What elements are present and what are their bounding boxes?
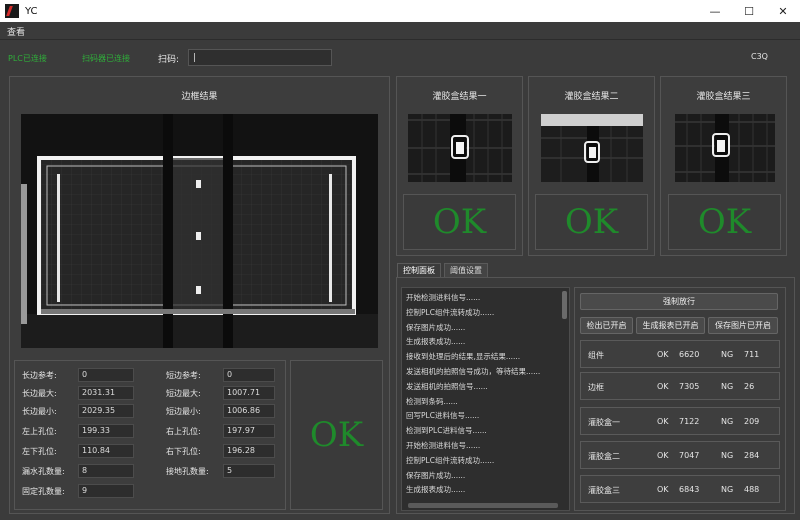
log-entry: 保存图片成功...... [406,322,466,332]
glue-ok-1: OK [403,194,516,250]
log-entry: 接收到处理后的结果,显示结果...... [406,352,521,362]
stat-ok-label: OK [657,350,669,359]
save-image-toggle-button[interactable]: 保存图片已开启 [708,317,778,334]
stat-row: 灌胶盒一 OK 7122 NG 209 [580,407,780,435]
stat-name: 边框 [588,383,604,392]
log-entry: 开始检测进料信号...... [406,441,481,450]
stat-row: 灌胶盒二 OK 7047 NG 284 [580,441,780,469]
stat-row: 组件 OK 6620 NG 711 [580,340,780,368]
stat-ok-count: 6843 [679,485,700,494]
frame-params-box [14,360,286,510]
log-vertical-scrollbar[interactable] [562,291,567,319]
stat-ok-label: OK [657,417,669,426]
log-entry: 开始检测进料信号...... [406,293,481,302]
log-entry: 保存图片成功...... [406,470,466,480]
force-pass-button[interactable]: 强制放行 [580,293,778,310]
stat-name: 灌胶盒三 [588,486,620,495]
report-toggle-button[interactable]: 生成报表已开启 [636,317,705,334]
stat-name: 组件 [588,351,604,360]
tab-threshold-settings[interactable]: 阈值设置 [444,263,488,277]
app-logo-icon [5,4,19,18]
stat-ok-count: 7122 [679,417,700,426]
glue-image-1 [408,114,512,182]
tab-control-panel[interactable]: 控制面板 [397,263,441,277]
stat-ng-count: 26 [744,382,755,391]
glue-image-3 [675,114,775,182]
stat-ok-label: OK [657,451,669,460]
minimize-button[interactable]: — [698,0,732,22]
station-label: C3Q [751,52,768,61]
scan-label: 扫码: [158,55,180,65]
window-title: YC [25,5,38,17]
stat-ng-count: 488 [744,485,760,494]
stat-name: 灌胶盒一 [588,418,620,427]
log-entry: 生成报表成功...... [406,485,466,495]
stat-name: 灌胶盒二 [588,452,620,461]
stat-ok-label: OK [657,382,669,391]
glue-image-2 [541,114,643,182]
menu-bar: 查看 [0,22,800,40]
title-bar: YC — ☐ ✕ [0,0,800,22]
scan-input[interactable] [188,49,332,66]
frame-result-title: 边框结果 [181,92,218,102]
glue-box-image-1 [408,114,512,182]
stat-ng-label: NG [721,382,734,391]
frame-inspection-image [21,114,378,348]
maximize-button[interactable]: ☐ [732,0,766,22]
log-entry: 发送相机的拍照信号...... [406,381,488,391]
plc-status: PLC已连接 [8,54,47,63]
stat-ng-label: NG [721,417,734,426]
detect-toggle-button[interactable]: 检出已开启 [580,317,633,334]
glue-title-2: 灌胶盒结果二 [564,92,619,102]
glue-title-3: 灌胶盒结果三 [696,92,751,102]
stat-row: 灌胶盒三 OK 6843 NG 488 [580,475,780,503]
stat-ok-label: OK [657,485,669,494]
stat-ok-count: 7047 [679,451,700,460]
log-entry: 生成报表成功...... [406,337,466,347]
stat-row: 边框 OK 7305 NG 26 [580,372,780,400]
log-entry: 检测到PLC进料信号...... [406,426,487,436]
log-entry: 控制PLC组件流转成功...... [406,455,495,465]
stat-ng-count: 711 [744,350,760,359]
stat-ok-count: 6620 [679,350,700,359]
menu-view[interactable]: 查看 [7,25,25,38]
glue-ok-2: OK [535,194,648,250]
frame-ok-result: OK [290,360,383,510]
stat-ng-count: 209 [744,417,760,426]
glue-ok-3: OK [668,194,781,250]
log-entry: 控制PLC组件流转成功...... [406,307,495,317]
glue-box-image-2 [541,114,643,182]
scanner-status: 扫码器已连接 [82,54,130,63]
glue-title-1: 灌胶盒结果一 [432,92,487,102]
log-entry: 回写PLC进料信号...... [406,411,480,421]
log-list[interactable]: 开始检测进料信号...... 控制PLC组件流转成功...... 保存图片成功...… [401,287,570,511]
solar-panel-image [21,114,378,348]
stat-ng-count: 284 [744,451,760,460]
stat-ng-label: NG [721,485,734,494]
stat-ng-label: NG [721,350,734,359]
log-entry: 检测到条码...... [406,396,458,406]
log-horizontal-scrollbar[interactable] [408,503,558,508]
close-button[interactable]: ✕ [766,0,800,22]
stat-ok-count: 7305 [679,382,700,391]
log-entry: 发送相机的拍照信号成功，等待结果...... [406,367,541,376]
glue-box-image-3 [675,114,775,182]
stat-ng-label: NG [721,451,734,460]
